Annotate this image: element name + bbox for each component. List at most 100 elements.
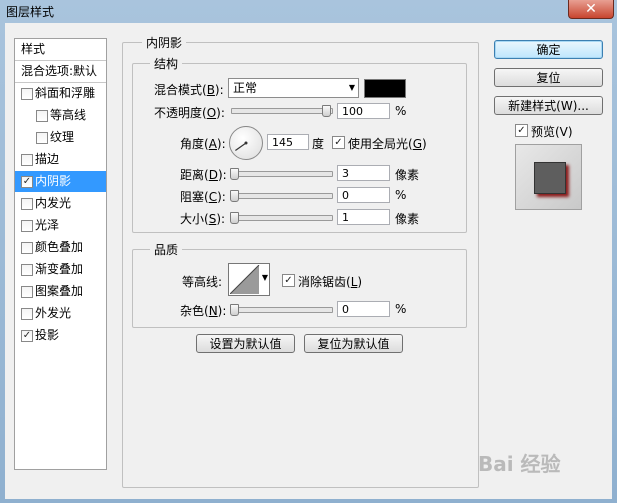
style-item[interactable]: 斜面和浮雕 [15, 83, 106, 104]
title-bar: 图层样式 ✕ [0, 0, 617, 22]
style-item[interactable]: 光泽 [15, 215, 106, 236]
style-item-label: 图案叠加 [35, 284, 84, 298]
watermark-logo: Bai 经验 [478, 452, 561, 476]
style-item-checkbox[interactable] [36, 132, 48, 144]
style-item-label: 投影 [35, 328, 60, 342]
distance-slider-thumb[interactable] [230, 168, 239, 180]
style-item-label: 内发光 [35, 196, 72, 210]
choke-unit: % [395, 188, 407, 202]
anti-alias-checkbox[interactable]: ✓ [282, 274, 295, 287]
blend-mode-label: 混合模式(B): [154, 83, 224, 97]
style-item-checkbox[interactable] [36, 110, 48, 122]
noise-label: 杂色(N): [180, 304, 227, 318]
style-item-checkbox[interactable]: ✓ [21, 176, 33, 188]
anti-alias-label: 消除锯齿(L) [298, 275, 363, 289]
ok-button[interactable]: 确定 [494, 40, 603, 59]
distance-input[interactable]: 3 [337, 165, 390, 181]
style-item-label: 等高线 [50, 108, 87, 122]
opacity-label: 不透明度(O): [154, 106, 225, 120]
global-light-label: 使用全局光(G) [348, 137, 427, 151]
style-item-label: 颜色叠加 [35, 240, 84, 254]
style-item[interactable]: 等高线 [15, 105, 106, 126]
style-item-checkbox[interactable] [21, 286, 33, 298]
size-slider-thumb[interactable] [230, 212, 239, 224]
panel-title: 内阴影 [142, 34, 187, 51]
reset-button[interactable]: 复位 [494, 68, 603, 87]
style-item-checkbox[interactable] [21, 220, 33, 232]
style-item-label: 渐变叠加 [35, 262, 84, 276]
contour-picker[interactable]: ▼ [228, 263, 270, 296]
style-item-label: 外发光 [35, 306, 72, 320]
opacity-unit: % [395, 104, 407, 118]
style-item-checkbox[interactable] [21, 264, 33, 276]
angle-unit: 度 [312, 137, 325, 151]
style-item-checkbox[interactable] [21, 242, 33, 254]
choke-slider-thumb[interactable] [230, 190, 239, 202]
style-preview [515, 144, 582, 210]
reset-default-button[interactable]: 复位为默认值 [304, 334, 403, 353]
window-title: 图层样式 [6, 5, 55, 19]
global-light-checkbox[interactable]: ✓ [332, 136, 345, 149]
choke-input[interactable]: 0 [337, 187, 390, 203]
dialog-body: 样式 混合选项:默认 斜面和浮雕 等高线 纹理 描边 ✓ 内阴影 内发光 光泽 颜色叠加 渐变叠加… [5, 23, 612, 499]
style-item[interactable]: 内发光 [15, 193, 106, 214]
opacity-input[interactable]: 100 [337, 103, 390, 119]
structure-title: 结构 [150, 55, 183, 72]
layer-style-window: 图层样式 ✕ 样式 混合选项:默认 斜面和浮雕 等高线 纹理 描边 ✓ 内阴影 内发光 光泽颜… [0, 0, 617, 503]
opacity-slider-track[interactable] [231, 108, 333, 114]
contour-label: 等高线: [182, 275, 223, 289]
angle-dial[interactable] [229, 126, 263, 160]
shadow-color-swatch[interactable] [364, 79, 406, 98]
style-item[interactable]: 描边 [15, 149, 106, 170]
chevron-down-icon: ▼ [261, 273, 268, 282]
noise-input[interactable]: 0 [337, 301, 390, 317]
blend-options-item[interactable]: 混合选项:默认 [15, 61, 106, 82]
new-style-button[interactable]: 新建样式(W)... [494, 96, 603, 115]
preview-label: 预览(V) [531, 125, 573, 139]
style-item-checkbox[interactable] [21, 198, 33, 210]
distance-slider-track[interactable] [231, 171, 333, 177]
contour-curve-icon [230, 265, 260, 294]
style-list-header[interactable]: 样式 [15, 39, 106, 60]
size-unit: 像素 [395, 212, 420, 226]
style-item-checkbox[interactable] [21, 308, 33, 320]
noise-unit: % [395, 302, 407, 316]
quality-title: 品质 [150, 241, 183, 258]
style-list: 样式 混合选项:默认 斜面和浮雕 等高线 纹理 描边 ✓ 内阴影 内发光 光泽 颜色叠加 渐变叠加… [14, 38, 107, 470]
style-item[interactable]: 外发光 [15, 303, 106, 324]
close-button[interactable]: ✕ [568, 0, 614, 19]
style-item-label: 内阴影 [35, 174, 72, 188]
style-item-checkbox[interactable] [21, 88, 33, 100]
noise-slider-thumb[interactable] [230, 304, 239, 316]
size-input[interactable]: 1 [337, 209, 390, 225]
preview-checkbox[interactable]: ✓ [515, 124, 528, 137]
style-item-label: 描边 [35, 152, 60, 166]
choke-slider-track[interactable] [231, 193, 333, 199]
style-item[interactable]: 颜色叠加 [15, 237, 106, 258]
distance-unit: 像素 [395, 168, 420, 182]
opacity-slider-thumb[interactable] [322, 105, 331, 117]
style-item-label: 斜面和浮雕 [35, 86, 96, 100]
angle-label: 角度(A): [180, 137, 226, 151]
noise-slider-track[interactable] [231, 307, 333, 313]
angle-needle-icon [235, 141, 248, 151]
style-item-label: 纹理 [50, 130, 75, 144]
style-item[interactable]: 纹理 [15, 127, 106, 148]
style-item[interactable]: ✓ 内阴影 [15, 171, 106, 192]
chevron-down-icon: ▼ [348, 83, 355, 92]
preview-swatch [534, 162, 566, 194]
style-item-checkbox[interactable]: ✓ [21, 330, 33, 342]
choke-label: 阻塞(C): [180, 190, 226, 204]
style-item[interactable]: 渐变叠加 [15, 259, 106, 280]
angle-input[interactable]: 145 [267, 134, 309, 150]
style-item-label: 光泽 [35, 218, 60, 232]
distance-label: 距离(D): [180, 168, 227, 182]
size-slider-track[interactable] [231, 215, 333, 221]
make-default-button[interactable]: 设置为默认值 [196, 334, 295, 353]
style-item[interactable]: ✓ 投影 [15, 325, 106, 346]
size-label: 大小(S): [180, 212, 226, 226]
style-item-checkbox[interactable] [21, 154, 33, 166]
close-icon: ✕ [585, 1, 597, 17]
style-item[interactable]: 图案叠加 [15, 281, 106, 302]
blend-mode-select[interactable]: 正常 ▼ [228, 78, 359, 98]
